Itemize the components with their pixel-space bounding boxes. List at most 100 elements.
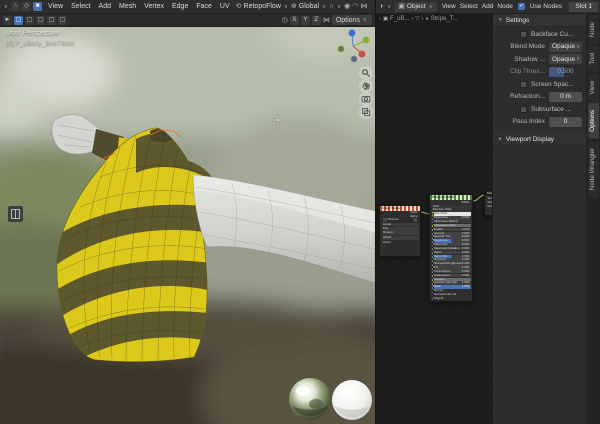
orientation-chevron[interactable]: ∨	[321, 4, 327, 10]
pass-index-field[interactable]: 0	[549, 117, 582, 127]
tool-3-icon[interactable]: ▢	[36, 16, 45, 25]
node-row[interactable]: Transmission Roughness 0.000	[432, 274, 471, 277]
viewport-scene	[0, 27, 375, 424]
sidebar-tab[interactable]: View	[588, 74, 599, 102]
image-selector[interactable]: Material...	[382, 218, 419, 222]
face-select-mode-icon[interactable]: ■	[33, 2, 42, 11]
screen-space-checkbox[interactable]	[520, 81, 527, 88]
vertex-select-mode-icon[interactable]: ∴	[11, 2, 20, 11]
tool-1-icon[interactable]: ▢	[14, 16, 23, 25]
gizmo-x-axis[interactable]	[359, 51, 366, 58]
node-row[interactable]: Anisotropic 0.000	[432, 243, 471, 246]
edge-select-mode-icon[interactable]: ◇	[22, 2, 31, 11]
breadcrumb-expand-icon[interactable]: ›	[379, 16, 381, 22]
node-row[interactable]: Sheen 0.000	[432, 251, 471, 254]
axis-button[interactable]: Y	[301, 16, 310, 25]
menu-item[interactable]: Add	[480, 3, 496, 10]
viewport-display-section-header[interactable]: ▸ Viewport Display	[493, 133, 586, 146]
node-row-label: Sheen	[433, 251, 442, 254]
shadow-mode-dropdown[interactable]: Opaque∨	[549, 54, 582, 64]
tool-4-icon[interactable]: ▢	[47, 16, 56, 25]
proportional-edit-icon[interactable]: ◉	[344, 2, 350, 11]
image-texture-node[interactable]: Image Texture Color Alpha Material... Li…	[379, 205, 421, 257]
sidebar-tab[interactable]: Options	[588, 103, 599, 139]
refraction-depth-field[interactable]: 0 m	[549, 92, 582, 102]
viewport-header: ∨ ∴ ◇ ■ ViewSelectAddMeshVertexEdgeFaceU…	[0, 0, 375, 14]
material-output-node[interactable]: Material Output SurfaceVolumeDisplacemen…	[484, 190, 492, 216]
mode-dropdown-chevron[interactable]: ∨	[3, 4, 9, 10]
subsurface-checkbox[interactable]	[520, 106, 527, 113]
menu-item[interactable]: Vertex	[140, 3, 168, 10]
clip-threshold-row: Clip Thres... 0.500	[493, 66, 582, 77]
menu-item[interactable]: Edge	[168, 3, 192, 10]
vector-input: Vector	[380, 240, 420, 245]
camera-view-button[interactable]	[359, 92, 373, 106]
image-option-dropdown[interactable]: Repeat	[382, 231, 419, 235]
shader-mode-dropdown[interactable]: ▣ Object ∨	[395, 2, 436, 12]
tool-5-icon[interactable]: ▢	[58, 16, 67, 25]
sidebar-tab[interactable]: Node Wrangler	[588, 141, 599, 197]
axis-button[interactable]: Z	[312, 16, 321, 25]
viewport-canvas[interactable]: User Perspective (0) F_uBody_BeeTShirt	[0, 27, 375, 424]
gizmo-y-neg[interactable]	[338, 46, 344, 52]
breadcrumb-sep: ›	[411, 16, 413, 22]
editor-type-chevron[interactable]: ∨	[386, 4, 392, 10]
retopoflow-menu[interactable]: RetopoFlow	[244, 3, 281, 10]
image-option-dropdown[interactable]: Linear	[382, 223, 419, 227]
pass-index-label: Pass Index	[493, 118, 549, 125]
snap-chevron[interactable]: ∨	[336, 4, 342, 10]
node-row[interactable]: Subsurface Radius	[432, 220, 471, 223]
menu-item[interactable]: Node	[495, 3, 515, 10]
refraction-depth-row: Refraction... 0 m	[493, 91, 582, 102]
perspective-toggle-button[interactable]	[359, 105, 373, 119]
settings-section-header[interactable]: ▾ Settings	[493, 14, 586, 27]
orientation-dropdown[interactable]: Global	[299, 3, 319, 10]
cursor-tool-icon[interactable]: ►	[3, 16, 12, 25]
gizmo-z-axis[interactable]	[349, 30, 356, 37]
node-row[interactable]: Transmission 0.000	[432, 270, 471, 273]
options-button[interactable]: Options∨	[332, 15, 372, 25]
image-name: Material...	[388, 218, 413, 222]
screen-space-label: Screen Spac...	[531, 81, 574, 88]
backface-culling-checkbox[interactable]	[520, 31, 527, 38]
image-option-dropdown[interactable]: sRGB	[382, 236, 419, 240]
image-option-dropdown[interactable]: Flat	[382, 227, 419, 231]
sidebar-tab[interactable]: Tool	[588, 46, 599, 72]
menu-item[interactable]: UV	[216, 3, 234, 10]
zoom-button[interactable]	[359, 66, 373, 80]
clip-threshold-slider[interactable]: 0.500	[549, 67, 582, 77]
gizmo-z-neg[interactable]	[351, 56, 357, 62]
use-nodes-label[interactable]: Use Nodes	[528, 3, 564, 10]
menu-item[interactable]: Add	[95, 3, 115, 10]
material-slot-button[interactable]: Slot 1	[569, 2, 598, 12]
node-canvas[interactable]: › ▣ F_uB... › ▽ › ◕ Stripe_T... Image Te…	[376, 14, 492, 424]
shader-editor-icon[interactable]: ◑	[379, 2, 383, 11]
axis-button[interactable]: X	[290, 16, 299, 25]
mirror-icon[interactable]: ⋈	[360, 2, 367, 11]
viewport-badge[interactable]	[8, 206, 23, 222]
principled-bsdf-node[interactable]: Principled BSDF BSDF GGX Random Walk	[429, 194, 473, 302]
use-nodes-checkbox[interactable]: ✓	[518, 3, 525, 10]
falloff-icon[interactable]: ◠	[352, 2, 358, 11]
node-row[interactable]: Metallic 0.000	[432, 228, 471, 231]
viewport-menus: ViewSelectAddMeshVertexEdgeFaceUV	[44, 3, 234, 10]
blend-mode-dropdown[interactable]: Opaque∨	[549, 42, 582, 52]
sidebar-tab[interactable]: Node	[588, 15, 599, 44]
node-row[interactable]: Tangent	[432, 297, 471, 300]
alpha-output: Alpha	[380, 215, 420, 219]
snap-magnet-icon[interactable]: ∩	[329, 2, 334, 11]
menu-item[interactable]: Mesh	[115, 3, 140, 10]
node-row[interactable]: Clearcoat Normal	[432, 293, 471, 296]
screen-space-row: Screen Spac...	[520, 79, 586, 90]
retopoflow-chevron[interactable]: ∨	[283, 4, 289, 10]
node-row[interactable]: Anisotropic Rotation 0.000	[432, 247, 471, 250]
menu-item[interactable]: View	[440, 3, 458, 10]
menu-item[interactable]: View	[44, 3, 67, 10]
node-row[interactable]: Subsurface Color	[432, 224, 471, 227]
menu-item[interactable]: Select	[67, 3, 94, 10]
tool-2-icon[interactable]: ▢	[25, 16, 34, 25]
gizmo-y-axis[interactable]	[363, 37, 370, 44]
mirror-axes-icon[interactable]: ⋈	[323, 16, 330, 25]
menu-item[interactable]: Face	[192, 3, 216, 10]
menu-item[interactable]: Select	[458, 3, 480, 10]
